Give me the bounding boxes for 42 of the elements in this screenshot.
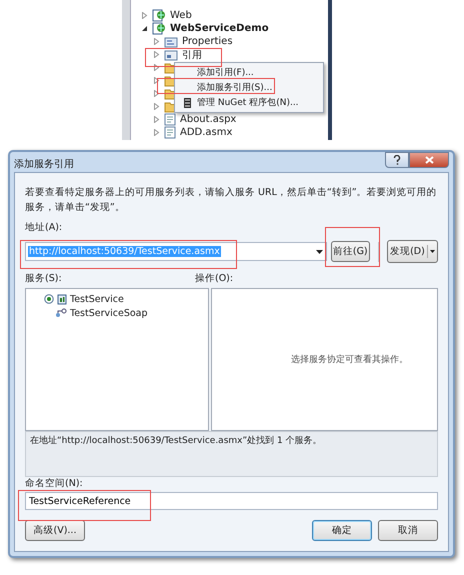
tree-item[interactable]: TestService bbox=[70, 294, 124, 304]
dialog-button[interactable]: 取消 bbox=[378, 520, 438, 541]
operations-label: 操作(O): bbox=[195, 272, 234, 285]
dropdown-arrow-icon[interactable] bbox=[430, 250, 435, 253]
highlight-rectangle bbox=[325, 227, 380, 267]
help-button[interactable] bbox=[385, 152, 409, 168]
project-icon bbox=[152, 22, 166, 35]
collapse-toggle-icon[interactable] bbox=[44, 294, 54, 304]
namespace-input-field[interactable]: TestServiceReference bbox=[25, 492, 438, 510]
properties-icon bbox=[164, 36, 178, 48]
menu-item[interactable]: 管理 NuGet 程序包(N)... bbox=[177, 95, 321, 110]
address-label: 地址(A): bbox=[25, 221, 64, 234]
dialog-button[interactable]: 确定 bbox=[312, 520, 372, 541]
tree-item[interactable]: TestServiceSoap bbox=[70, 308, 148, 318]
menu-item[interactable]: 添加引用(F)... bbox=[177, 65, 321, 80]
status-text: 在地址“http://localhost:50639/TestService.asmx”处找到 1 个服务。 bbox=[30, 436, 322, 446]
references-icon bbox=[164, 48, 178, 60]
tree-item[interactable]: 引用 bbox=[182, 48, 202, 62]
window-title: 添加服务引用 bbox=[14, 158, 74, 171]
dropdown-arrow-icon[interactable] bbox=[316, 250, 323, 254]
menu-item[interactable]: 添加服务引用(S)... bbox=[177, 80, 321, 95]
tree-item[interactable]: Properties bbox=[182, 36, 233, 47]
endpoint-icon bbox=[55, 308, 67, 318]
collapsed-arrow-icon[interactable] bbox=[141, 12, 148, 19]
discover-split-button[interactable]: 发现(D) bbox=[386, 240, 438, 263]
tree-item[interactable]: About.aspx bbox=[180, 114, 236, 125]
tree-item[interactable]: WebServiceDemo bbox=[170, 23, 269, 34]
advanced-button[interactable]: 高级(V)... bbox=[25, 520, 85, 541]
close-icon bbox=[424, 156, 434, 164]
service-icon bbox=[57, 294, 67, 304]
tree-item[interactable]: ADD.asmx bbox=[180, 127, 232, 138]
package-icon bbox=[182, 96, 192, 108]
go-button[interactable]: 前往(G) bbox=[330, 241, 370, 262]
tree-item[interactable]: Web bbox=[170, 10, 192, 21]
expanded-arrow-icon[interactable] bbox=[141, 25, 148, 32]
project-icon bbox=[152, 9, 166, 22]
namespace-label: 命名空间(N): bbox=[25, 477, 84, 490]
instruction-text: 若要查看特定服务器上的可用服务列表，请输入服务 URL，然后单击“转到”。若要浏览可用的服务，请单击“发现”。 bbox=[25, 186, 438, 215]
services-label: 服务(S): bbox=[25, 272, 63, 285]
help-icon bbox=[393, 155, 401, 165]
operations-hint-text: 选择服务协定可查看其操作。 bbox=[291, 354, 408, 366]
close-button[interactable] bbox=[409, 152, 449, 168]
